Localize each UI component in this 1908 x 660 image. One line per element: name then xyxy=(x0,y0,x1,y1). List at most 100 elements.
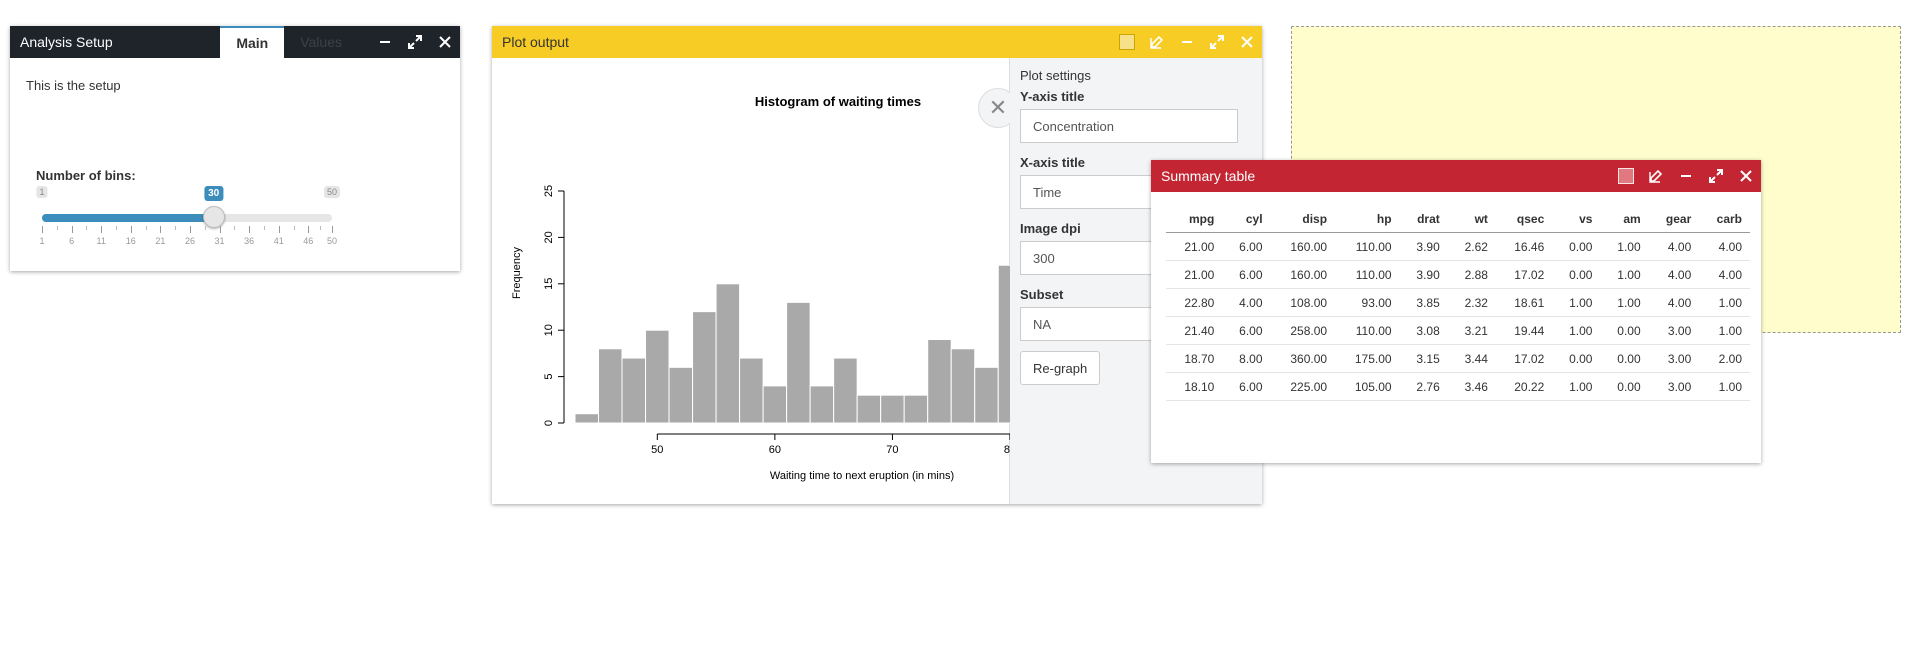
table-cell: 108.00 xyxy=(1270,288,1336,317)
plot-settings-heading: Plot settings xyxy=(1020,68,1091,83)
column-header-drat: drat xyxy=(1399,208,1448,233)
histogram-bar xyxy=(950,348,976,424)
setup-header[interactable]: Analysis Setup Main Values xyxy=(10,26,460,58)
table-cell: 3.00 xyxy=(1648,372,1700,401)
tab-main[interactable]: Main xyxy=(220,26,285,58)
color-button[interactable] xyxy=(1611,160,1641,192)
regraph-button[interactable]: Re-graph xyxy=(1020,351,1101,385)
summary-title: Summary table xyxy=(1161,168,1256,184)
slider-tick xyxy=(42,226,43,233)
slider-tick-label: 36 xyxy=(244,236,255,246)
close-button[interactable] xyxy=(430,26,460,58)
summary-table: mpg cyl disp hp drat wt qsec vs am gear carb 21.00… xyxy=(1166,208,1750,401)
edit-button[interactable] xyxy=(1142,26,1172,58)
chart-xlabel: Waiting time to next eruption (in mins) xyxy=(770,470,954,482)
table-cell: 110.00 xyxy=(1335,232,1400,261)
table-cell: 2.32 xyxy=(1447,288,1496,317)
slider-minor-tick xyxy=(234,226,236,230)
close-button[interactable] xyxy=(1232,26,1262,58)
slider-max-label: 50 xyxy=(323,186,341,198)
table-cell: 22.80 xyxy=(1166,288,1223,317)
slider-min-label: 1 xyxy=(36,186,48,198)
histogram-bar xyxy=(997,264,1023,424)
table-cell: 3.90 xyxy=(1399,232,1448,261)
slider-ticks: 1 6 11 16 21 26 31 36 41 46 50 xyxy=(39,226,337,246)
tab-values[interactable]: Values xyxy=(284,26,358,58)
minimize-button[interactable] xyxy=(370,26,400,58)
slider-track[interactable] xyxy=(42,214,332,222)
plot-header[interactable]: Plot output xyxy=(492,26,1262,58)
table-cell: 17.02 xyxy=(1495,260,1553,289)
table-cell: 21.00 xyxy=(1166,232,1223,261)
maximize-button[interactable] xyxy=(400,26,430,58)
slider-tick-label: 46 xyxy=(303,236,314,246)
histogram-bar xyxy=(692,311,717,424)
close-button[interactable] xyxy=(1731,160,1761,192)
column-header-vs: vs xyxy=(1552,208,1601,233)
slider-handle[interactable] xyxy=(202,206,225,228)
slider-tick xyxy=(160,226,162,233)
column-header-disp: disp xyxy=(1270,208,1336,233)
maximize-button[interactable] xyxy=(1202,26,1232,58)
y-tick-label: 0 xyxy=(543,420,555,426)
table-cell: 3.90 xyxy=(1399,260,1448,289)
slider-tick-label: 26 xyxy=(184,236,195,246)
column-header-am: am xyxy=(1600,208,1649,233)
histogram-bar xyxy=(645,329,670,424)
table-cell: 16.46 xyxy=(1495,232,1553,261)
table-cell: 110.00 xyxy=(1335,260,1400,289)
table-cell: 225.00 xyxy=(1270,372,1336,401)
color-swatch xyxy=(1119,34,1135,50)
histogram-bar xyxy=(927,338,952,424)
plot-output-panel: Plot output Histogram of waiting times F… xyxy=(492,26,1262,504)
edit-button[interactable] xyxy=(1641,160,1671,192)
slider-minor-tick xyxy=(263,226,265,230)
table-cell: 175.00 xyxy=(1335,344,1400,373)
table-cell: 2.00 xyxy=(1699,344,1750,373)
table-cell: 0.00 xyxy=(1552,260,1601,289)
summary-header[interactable]: Summary table xyxy=(1151,160,1761,192)
column-header-gear: gear xyxy=(1648,208,1700,233)
bins-slider[interactable]: 1 50 30 1 6 11 16 21 26 31 36 41 46 50 xyxy=(32,186,342,246)
slider-fill xyxy=(42,214,214,222)
color-button[interactable] xyxy=(1112,26,1142,58)
chart-title: Histogram of waiting times xyxy=(755,94,921,109)
slider-tick xyxy=(130,226,132,233)
table-cell: 6.00 xyxy=(1222,260,1271,289)
y-axis-input[interactable] xyxy=(1020,109,1238,143)
plot-area: Histogram of waiting times Frequency Wai… xyxy=(492,58,1070,504)
setup-body: This is the setup Number of bins: 1 50 3… xyxy=(10,58,460,271)
minus-icon xyxy=(380,41,390,43)
table-cell: 1.00 xyxy=(1552,316,1601,345)
table-cell: 258.00 xyxy=(1270,316,1336,345)
histogram-bar xyxy=(715,283,741,424)
y-tick-label: 15 xyxy=(543,278,555,290)
y-tick-label: 5 xyxy=(543,374,555,380)
slider-value-label: 30 xyxy=(204,186,224,201)
slider-minor-tick xyxy=(175,226,177,230)
edit-icon xyxy=(1649,169,1663,183)
close-icon xyxy=(439,36,451,48)
table-cell: 6.00 xyxy=(1222,372,1271,401)
slider-tick xyxy=(249,226,251,233)
slider-tick-label: 21 xyxy=(155,236,166,246)
bins-label: Number of bins: xyxy=(36,168,136,183)
maximize-button[interactable] xyxy=(1701,160,1731,192)
table-cell: 3.00 xyxy=(1648,316,1700,345)
chart-ylabel: Frequency xyxy=(511,247,523,299)
table-cell: 1.00 xyxy=(1552,288,1601,317)
slider-tick-label: 16 xyxy=(125,236,136,246)
close-icon: ✕ xyxy=(988,95,1008,120)
slider-tick-label: 31 xyxy=(214,236,225,246)
table-cell: 21.40 xyxy=(1166,316,1223,345)
slider-minor-tick xyxy=(145,226,147,230)
slider-tick xyxy=(101,226,103,233)
close-icon xyxy=(1740,170,1752,182)
y-tick-label: 20 xyxy=(543,231,555,243)
table-cell: 3.21 xyxy=(1447,316,1496,345)
column-header-carb: carb xyxy=(1699,208,1750,233)
slider-minor-tick xyxy=(56,226,58,230)
summary-table-panel: Summary table mpg cyl disp hp drat wt qsec vs am… xyxy=(1151,160,1761,463)
minimize-button[interactable] xyxy=(1172,26,1202,58)
minimize-button[interactable] xyxy=(1671,160,1701,192)
